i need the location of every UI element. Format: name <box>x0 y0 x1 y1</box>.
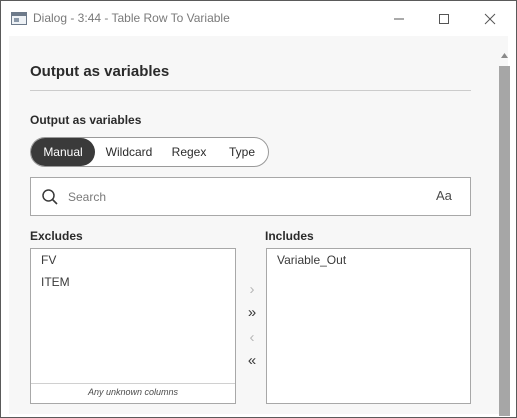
excludes-footer-divider <box>31 383 235 384</box>
field-label: Output as variables <box>30 113 142 127</box>
mode-manual-button[interactable]: Manual <box>31 138 95 166</box>
mode-selector: Manual Wildcard Regex Type <box>30 137 269 167</box>
includes-list[interactable]: Variable_Out <box>266 248 471 404</box>
list-item[interactable]: Variable_Out <box>277 253 346 267</box>
section-title: Output as variables <box>30 63 170 80</box>
search-box: Aa <box>30 177 471 216</box>
window-title: Dialog - 3:44 - Table Row To Variable <box>33 11 230 25</box>
excludes-label: Excludes <box>30 229 83 243</box>
move-all-right-button[interactable]: » <box>245 305 259 321</box>
case-sensitive-toggle[interactable]: Aa <box>436 188 452 203</box>
includes-label: Includes <box>265 229 314 243</box>
scrollbar-thumb[interactable] <box>499 66 510 416</box>
mode-type-button[interactable]: Type <box>221 138 263 166</box>
maximize-button[interactable] <box>421 1 467 36</box>
close-icon <box>484 13 496 24</box>
scroll-up-arrow-icon[interactable] <box>500 52 509 60</box>
list-item[interactable]: FV <box>41 253 56 267</box>
minimize-button[interactable] <box>376 1 422 36</box>
maximize-icon <box>439 13 449 24</box>
dialog-content: Output as variables Output as variables … <box>9 36 511 416</box>
unknown-columns-placeholder[interactable]: Any unknown columns <box>31 387 235 397</box>
mode-regex-button[interactable]: Regex <box>166 138 212 166</box>
search-icon <box>42 189 58 205</box>
minimize-icon <box>394 18 404 19</box>
list-item[interactable]: ITEM <box>41 275 70 289</box>
app-window-icon <box>11 12 27 25</box>
title-bar[interactable]: Dialog - 3:44 - Table Row To Variable <box>1 1 516 36</box>
excludes-list[interactable]: FV ITEM Any unknown columns <box>30 248 236 404</box>
close-button[interactable] <box>467 1 513 36</box>
section-divider <box>30 90 471 91</box>
mode-wildcard-button[interactable]: Wildcard <box>97 138 161 166</box>
dialog-window: Dialog - 3:44 - Table Row To Variable Ou… <box>0 0 517 418</box>
move-all-left-button[interactable]: « <box>245 353 259 369</box>
vertical-scrollbar[interactable] <box>498 52 511 416</box>
move-right-button[interactable]: › <box>245 282 259 298</box>
search-input[interactable] <box>68 187 428 207</box>
move-left-button[interactable]: ‹ <box>245 330 259 346</box>
